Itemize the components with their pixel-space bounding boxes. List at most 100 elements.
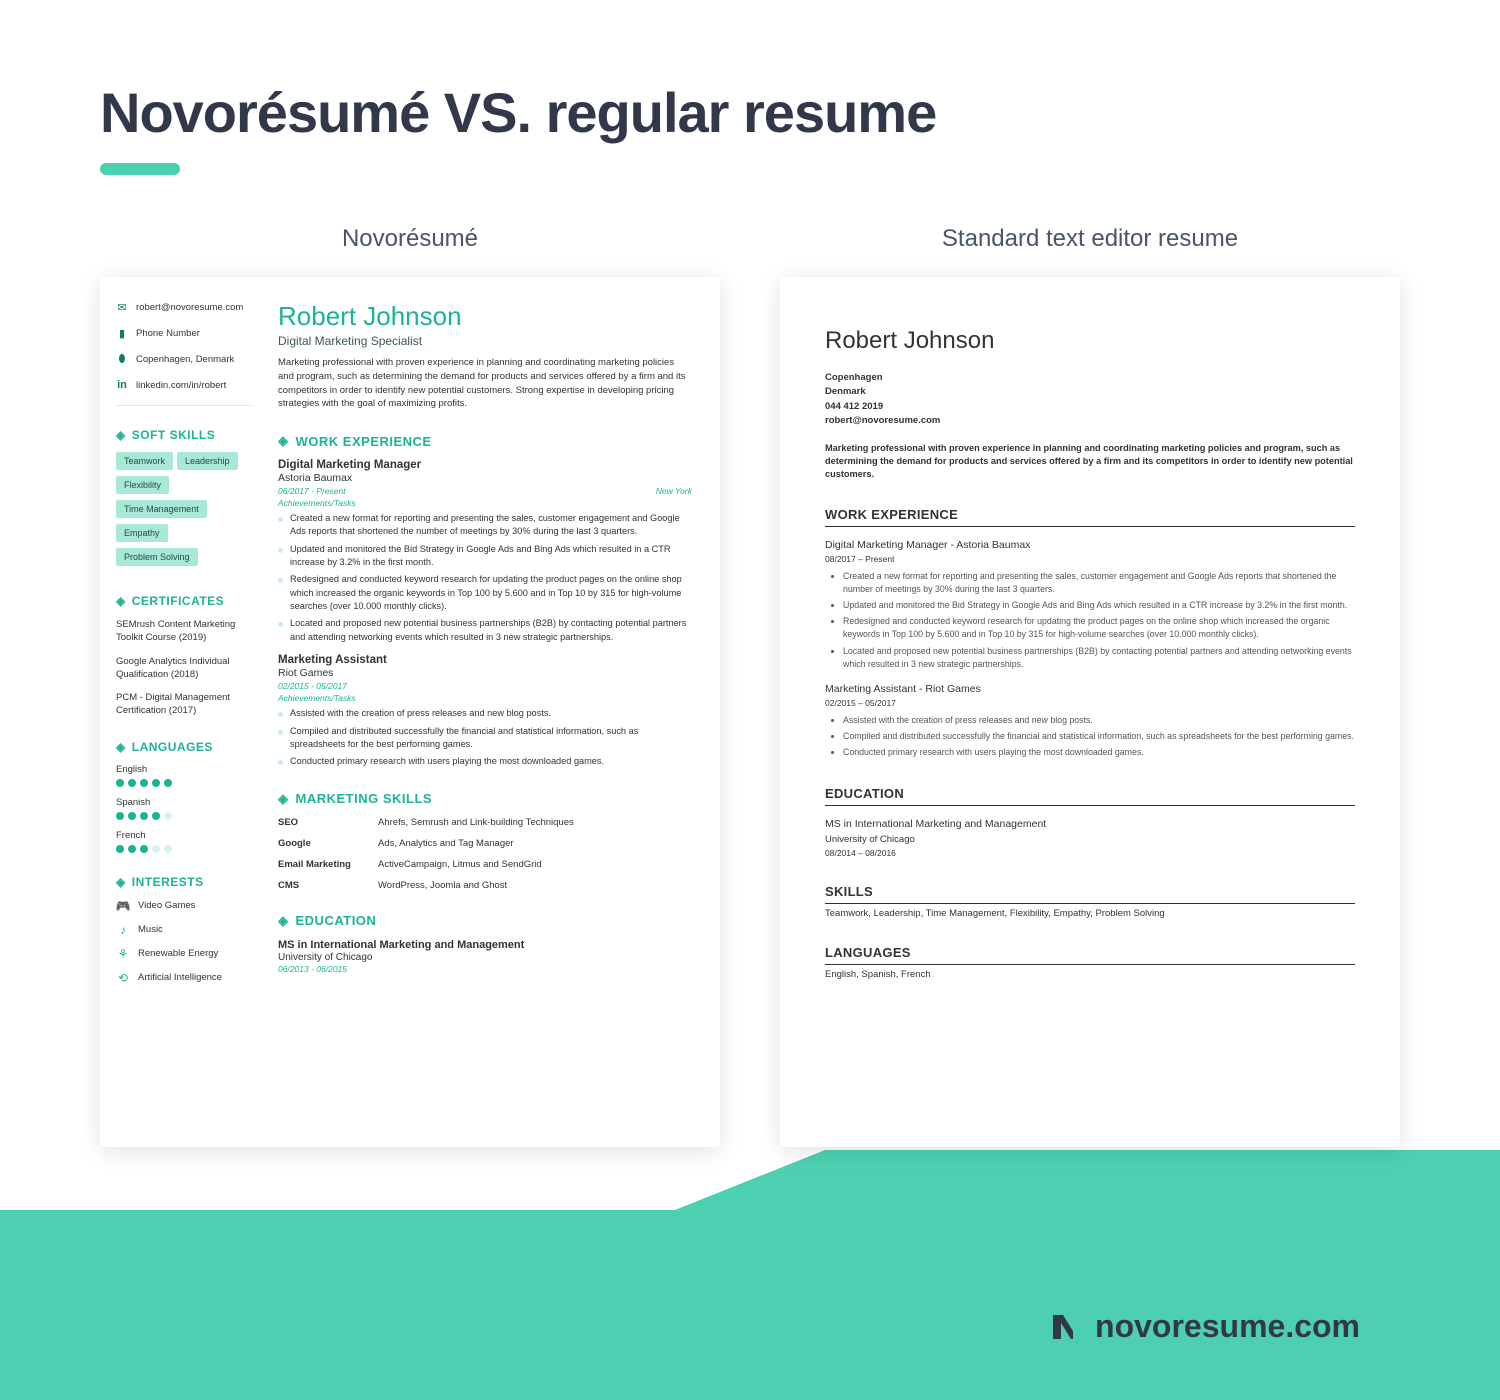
- std-summary: Marketing professional with proven exper…: [825, 442, 1355, 481]
- standard-resume: Robert Johnson Copenhagen Denmark 044 41…: [780, 277, 1400, 1147]
- interest-label: Artificial Intelligence: [138, 972, 222, 983]
- candidate-name: Robert Johnson: [278, 301, 692, 332]
- linkedin-icon: in: [116, 379, 128, 391]
- mskill-key: CMS: [278, 880, 378, 891]
- std-work-heading: WORK EXPERIENCE: [825, 507, 1355, 522]
- education-heading: EDUCATION: [278, 913, 692, 929]
- languages-heading: LANGUAGES: [116, 740, 254, 754]
- certificates-list: SEMrush Content Marketing Toolkit Course…: [116, 618, 254, 718]
- job-item: Digital Marketing ManagerAstoria Baumax 0…: [278, 459, 692, 644]
- interest-item: 🎮Video Games: [116, 899, 254, 913]
- interests-list: 🎮Video Games ♪ Music ⚘ Renewable Energy ⟲ Arti…: [116, 899, 254, 985]
- certificate-item: SEMrush Content Marketing Toolkit Course…: [116, 618, 254, 645]
- brand-mark-icon: [1049, 1309, 1085, 1345]
- work-list: Digital Marketing ManagerAstoria Baumax 0…: [278, 459, 692, 768]
- bullet: Located and proposed new potential busin…: [843, 645, 1355, 671]
- education-school: University of Chicago: [278, 952, 692, 963]
- interests-heading: INTERESTS: [116, 875, 254, 889]
- bullet: Updated and monitored the Bid Strategy i…: [843, 599, 1355, 612]
- interest-label: Renewable Energy: [138, 948, 218, 959]
- mskill-key: Email Marketing: [278, 859, 378, 870]
- phone-icon: ▮: [116, 327, 128, 339]
- contact-linkedin-text: linkedin.com/in/robert: [136, 380, 226, 391]
- footer-brand: novoresume.com: [1049, 1308, 1360, 1345]
- mskills-heading: MARKETING SKILLS: [278, 791, 692, 807]
- mskills-list: SEOAhrefs, Semrush and Link-building Tec…: [278, 817, 692, 891]
- standard-label: Standard text editor resume: [780, 225, 1400, 253]
- certificates-heading: CERTIFICATES: [116, 594, 254, 608]
- skill-pill: Teamwork: [116, 452, 173, 470]
- divider: [825, 964, 1355, 965]
- job-title: Marketing Assistant: [278, 654, 692, 666]
- std-edu-degree: MS in International Marketing and Manage…: [825, 818, 1355, 830]
- std-phone: 044 412 2019: [825, 400, 1355, 414]
- bullet: Compiled and distributed successfully th…: [843, 730, 1355, 743]
- mskill-value: ActiveCampaign, Litmus and SendGrid: [378, 859, 542, 870]
- std-languages: English, Spanish, French: [825, 969, 1355, 980]
- std-languages-heading: LANGUAGES: [825, 945, 1355, 960]
- bullet: Created a new format for reporting and p…: [278, 512, 692, 539]
- std-city: Copenhagen: [825, 371, 1355, 385]
- language-name: French: [116, 830, 254, 841]
- mskill-value: Ahrefs, Semrush and Link-building Techni…: [378, 817, 574, 828]
- std-edu-dates: 08/2014 – 08/2016: [825, 848, 1355, 858]
- soft-skills-list: TeamworkLeadershipFlexibilityTime Manage…: [116, 452, 254, 572]
- bullet: Compiled and distributed successfully th…: [278, 725, 692, 752]
- standard-column: Standard text editor resume Robert Johns…: [780, 225, 1400, 1147]
- language-level: [116, 812, 254, 820]
- job-dates: 02/2015 - 05/2017: [278, 681, 347, 691]
- certificate-item: PCM - Digital Management Certification (…: [116, 691, 254, 718]
- contact-phone-text: Phone Number: [136, 328, 200, 339]
- bullet: Redesigned and conducted keyword researc…: [278, 573, 692, 613]
- std-edu-school: University of Chicago: [825, 834, 1355, 845]
- job-subheading: Achievements/Tasks: [278, 498, 692, 508]
- job-item: Marketing AssistantRiot Games02/2015 - 0…: [278, 654, 692, 768]
- contact-location: ⬮ Copenhagen, Denmark: [116, 353, 254, 365]
- mskill-value: Ads, Analytics and Tag Manager: [378, 838, 514, 849]
- interest-label: Music: [138, 924, 163, 935]
- mskill-row: SEOAhrefs, Semrush and Link-building Tec…: [278, 817, 692, 828]
- std-job-dates: 08/2017 – Present: [825, 554, 1355, 564]
- job-location: New York: [656, 486, 692, 496]
- interest-icon: ⚘: [116, 947, 130, 961]
- divider: [825, 526, 1355, 527]
- novo-label: Novorésumé: [100, 225, 720, 253]
- candidate-summary: Marketing professional with proven exper…: [278, 356, 692, 411]
- skill-pill: Empathy: [116, 524, 168, 542]
- candidate-role: Digital Marketing Specialist: [278, 334, 692, 348]
- std-skills-heading: SKILLS: [825, 884, 1355, 899]
- bullet: Assisted with the creation of press rele…: [843, 714, 1355, 727]
- work-heading: WORK EXPERIENCE: [278, 433, 692, 449]
- interest-icon: ⟲: [116, 971, 130, 985]
- interest-label: Video Games: [138, 900, 195, 911]
- job-bullets: Assisted with the creation of press rele…: [278, 707, 692, 768]
- divider: [116, 405, 254, 406]
- novo-resume: ✉ robert@novoresume.com ▮ Phone Number ⬮…: [100, 277, 720, 1147]
- mskill-row: GoogleAds, Analytics and Tag Manager: [278, 838, 692, 849]
- interest-icon: ♪: [116, 923, 130, 937]
- std-contact: Copenhagen Denmark 044 412 2019 robert@n…: [825, 371, 1355, 428]
- bullet: Assisted with the creation of press rele…: [278, 707, 692, 720]
- education-dates: 06/2013 - 06/2015: [278, 964, 692, 974]
- language-level: [116, 845, 254, 853]
- job-bullets: Created a new format for reporting and p…: [278, 512, 692, 644]
- background-accent: [0, 1150, 1500, 1400]
- std-job-bullets: Created a new format for reporting and p…: [843, 570, 1355, 671]
- mskill-key: Google: [278, 838, 378, 849]
- skill-pill: Leadership: [177, 452, 238, 470]
- std-edu-heading: EDUCATION: [825, 786, 1355, 801]
- interest-item: ⟲ Artificial Intelligence: [116, 971, 254, 985]
- job-meta: 02/2015 - 05/2017: [278, 681, 692, 691]
- std-country: Denmark: [825, 385, 1355, 399]
- education-degree: MS in International Marketing and Manage…: [278, 939, 692, 951]
- bullet: Redesigned and conducted keyword researc…: [843, 615, 1355, 641]
- std-job-title: Marketing Assistant - Riot Games: [825, 683, 1355, 695]
- job-title: Digital Marketing Manager: [278, 459, 692, 471]
- job-company: Astoria Baumax: [278, 472, 692, 484]
- mskill-value: WordPress, Joomla and Ghost: [378, 880, 507, 891]
- bullet: Conducted primary research with users pl…: [278, 755, 692, 768]
- job-meta: 06/2017 - PresentNew York: [278, 486, 692, 496]
- std-work-list: Digital Marketing Manager - Astoria Baum…: [825, 539, 1355, 760]
- interest-item: ♪ Music: [116, 923, 254, 937]
- title-underline: [100, 163, 180, 175]
